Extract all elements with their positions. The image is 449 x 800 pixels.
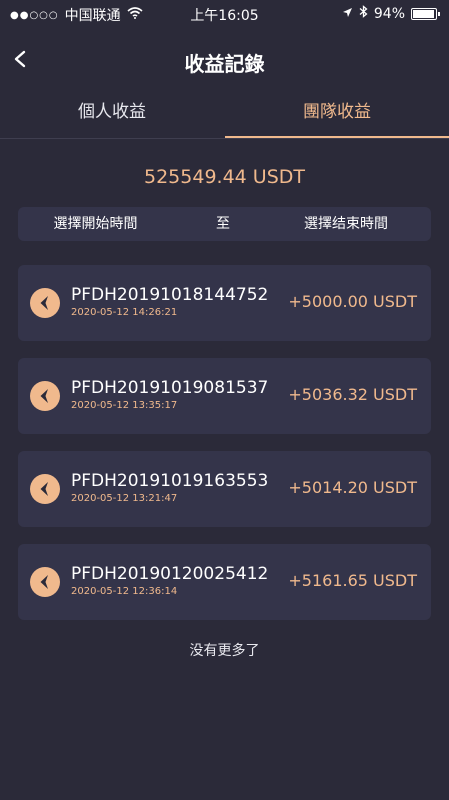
record-time: 2020-05-12 13:35:17 [71,400,178,411]
tab-personal-earnings[interactable]: 個人收益 [0,90,224,136]
date-filter: 選擇開始時間 至 選擇结束時間 [18,207,431,241]
location-arrow-icon [342,6,353,22]
end-date-picker[interactable]: 選擇结束時間 [281,207,411,241]
battery-percent: 94% [373,5,405,22]
bluetooth-icon [359,5,368,22]
battery-icon [411,7,440,20]
start-date-picker[interactable]: 選擇開始時間 [38,207,153,241]
record-amount: +5036.32 USDT [288,385,417,404]
record-item[interactable]: PFDH20191019081537 2020-05-12 13:35:17 +… [18,358,431,434]
record-time: 2020-05-12 12:36:14 [71,586,178,597]
tab-team-earnings[interactable]: 團隊收益 [225,90,449,138]
record-amount: +5014.20 USDT [288,478,417,497]
tab-bar: 個人收益 團隊收益 [0,90,449,139]
record-type-icon [30,288,60,318]
page-title: 收益記錄 [184,52,265,76]
record-id: PFDH20190120025412 [71,564,269,584]
record-id: PFDH20191019081537 [71,378,269,398]
record-type-icon [30,381,60,411]
nav-bar: 收益記錄 [0,38,449,82]
record-item[interactable]: PFDH20190120025412 2020-05-12 12:36:14 +… [18,544,431,620]
no-more-text: 没有更多了 [189,643,260,659]
record-item[interactable]: PFDH20191019163553 2020-05-12 13:21:47 +… [18,451,431,527]
record-type-icon [30,567,60,597]
record-id: PFDH20191019163553 [71,471,269,491]
status-right: 94% [342,5,440,22]
record-amount: +5000.00 USDT [288,292,417,311]
record-item[interactable]: PFDH20191018144752 2020-05-12 14:26:21 +… [18,265,431,341]
record-time: 2020-05-12 14:26:21 [71,307,178,318]
record-time: 2020-05-12 13:21:47 [71,493,178,504]
date-separator: 至 [216,216,230,232]
record-amount: +5161.65 USDT [288,571,417,590]
status-bar: ●●○○○ 中国联通 上午16:05 94% [0,0,449,28]
total-earnings: 525549.44 USDT [144,166,305,188]
record-type-icon [30,474,60,504]
record-id: PFDH20191018144752 [71,285,269,305]
